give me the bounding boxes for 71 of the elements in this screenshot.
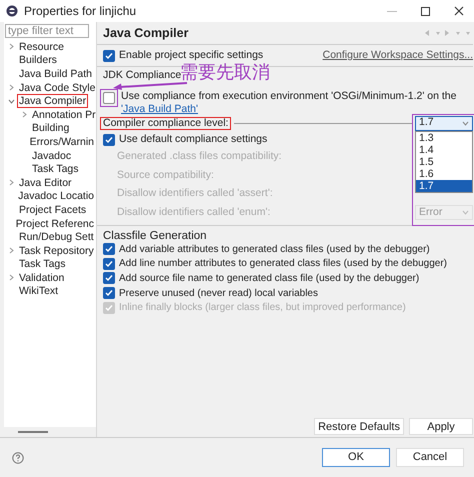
checkbox-label: Preserve unused (never read) local variables	[119, 286, 318, 301]
checkbox-label: Add line number attributes to generated class files (used by the debugger)	[119, 257, 447, 272]
filter-field[interactable]: type filter text	[5, 24, 89, 38]
page-button[interactable]: Restore Defaults	[314, 418, 404, 435]
chevron-right-icon[interactable]	[8, 247, 15, 254]
chevron-right-icon[interactable]	[8, 84, 15, 92]
tree-item[interactable]: Validation	[17, 270, 66, 285]
scrollbar[interactable]	[4, 427, 96, 437]
setting-label: Generated .class files compatibility:	[117, 149, 282, 164]
tree-item[interactable]: Building	[30, 121, 72, 136]
checkbox[interactable]	[103, 92, 115, 104]
tree-item[interactable]: Java Editor	[17, 176, 74, 190]
checkbox[interactable]	[103, 287, 115, 300]
checkbox-label: Use default compliance settings	[119, 132, 268, 148]
dropdown-option[interactable]: 1.7	[416, 180, 472, 192]
setting-label: Disallow identifiers called 'enum':	[117, 204, 270, 220]
tree-item[interactable]: Run/Debug Sett	[17, 230, 96, 244]
checkbox[interactable]	[103, 258, 115, 270]
dropdown-option[interactable]: 1.6	[416, 168, 472, 180]
tree-item[interactable]: Javadoc Locatio	[16, 189, 96, 204]
checkbox[interactable]	[103, 134, 115, 146]
help-icon[interactable]	[12, 452, 24, 464]
chevron-right-icon[interactable]	[8, 274, 15, 282]
setting-label: Source compatibility:	[117, 168, 214, 183]
dropdown-option[interactable]: 1.5	[416, 156, 472, 168]
chevron-down-icon	[462, 120, 469, 126]
checkbox[interactable]	[103, 272, 115, 284]
setting-label: Disallow identifiers called 'assert':	[117, 186, 273, 202]
tree-item[interactable]: Task Tags	[17, 257, 68, 272]
chevron-down-icon[interactable]	[8, 98, 15, 105]
checkbox-label: Inline finally blocks (larger class files, but improved performance)	[119, 301, 406, 316]
compliance-dropdown[interactable]: 1.7	[415, 116, 473, 130]
tree-item[interactable]: Annotation Pr	[30, 108, 98, 122]
build-path-link[interactable]: 'Java Build Path'	[121, 103, 198, 115]
checkbox-label: Enable project specific settings	[119, 48, 264, 63]
group-title: JDK Compliance	[103, 69, 182, 81]
tree-item[interactable]: Project Referenc	[14, 216, 96, 231]
tree-item[interactable]: Java Build Path	[17, 66, 94, 81]
tree-item[interactable]: Javadoc	[30, 148, 74, 163]
tree-item[interactable]: WikiText	[17, 284, 60, 298]
tree-item[interactable]: Task Repository	[17, 244, 96, 258]
checkbox-label: Add source file name to generated class file (used by the debugger)	[119, 272, 420, 286]
tree-item[interactable]: Builders	[17, 53, 59, 68]
close-icon[interactable]	[454, 6, 464, 16]
annotation-note: 需要先取消	[180, 62, 270, 82]
dropdown-option[interactable]: 1.4	[416, 144, 472, 156]
checkbox[interactable]	[103, 50, 115, 62]
tree-item[interactable]: Task Tags	[30, 162, 80, 176]
window-title: Properties for linjichu	[24, 3, 136, 20]
dropdown-option[interactable]: 1.3	[416, 132, 472, 144]
checkbox-label: Use compliance from execution environment 'OSGi/Minimum-1.2' on the 'Java Build Path'	[121, 89, 458, 115]
page-title: Java Compiler	[103, 24, 188, 42]
chevron-down-icon	[462, 210, 469, 216]
checkbox-label: Add variable attributes to generated class files (used by the debugger)	[119, 242, 430, 257]
chevron-right-icon[interactable]	[8, 43, 15, 50]
dialog-button[interactable]: OK	[322, 448, 390, 467]
chevron-right-icon[interactable]	[8, 179, 15, 186]
page-button[interactable]: Apply	[409, 418, 473, 435]
chevron-right-icon[interactable]	[21, 111, 28, 118]
tree-item[interactable]: Errors/Warnin	[28, 134, 96, 149]
tree-item[interactable]: Resource	[17, 40, 66, 54]
tree-item[interactable]: Java Compiler	[17, 94, 88, 108]
tree-item[interactable]: Project Facets	[17, 202, 88, 217]
tree-item[interactable]: Java Code Style	[17, 80, 98, 95]
configure-link[interactable]: Configure Workspace Settings...	[322, 48, 473, 64]
maximize-icon[interactable]	[421, 6, 430, 16]
field-label: Compiler compliance level:	[100, 116, 232, 130]
dialog-button[interactable]: Cancel	[396, 448, 464, 467]
group-title: Classfile Generation	[103, 229, 208, 242]
checkbox[interactable]	[103, 243, 115, 256]
app-icon	[6, 5, 18, 17]
